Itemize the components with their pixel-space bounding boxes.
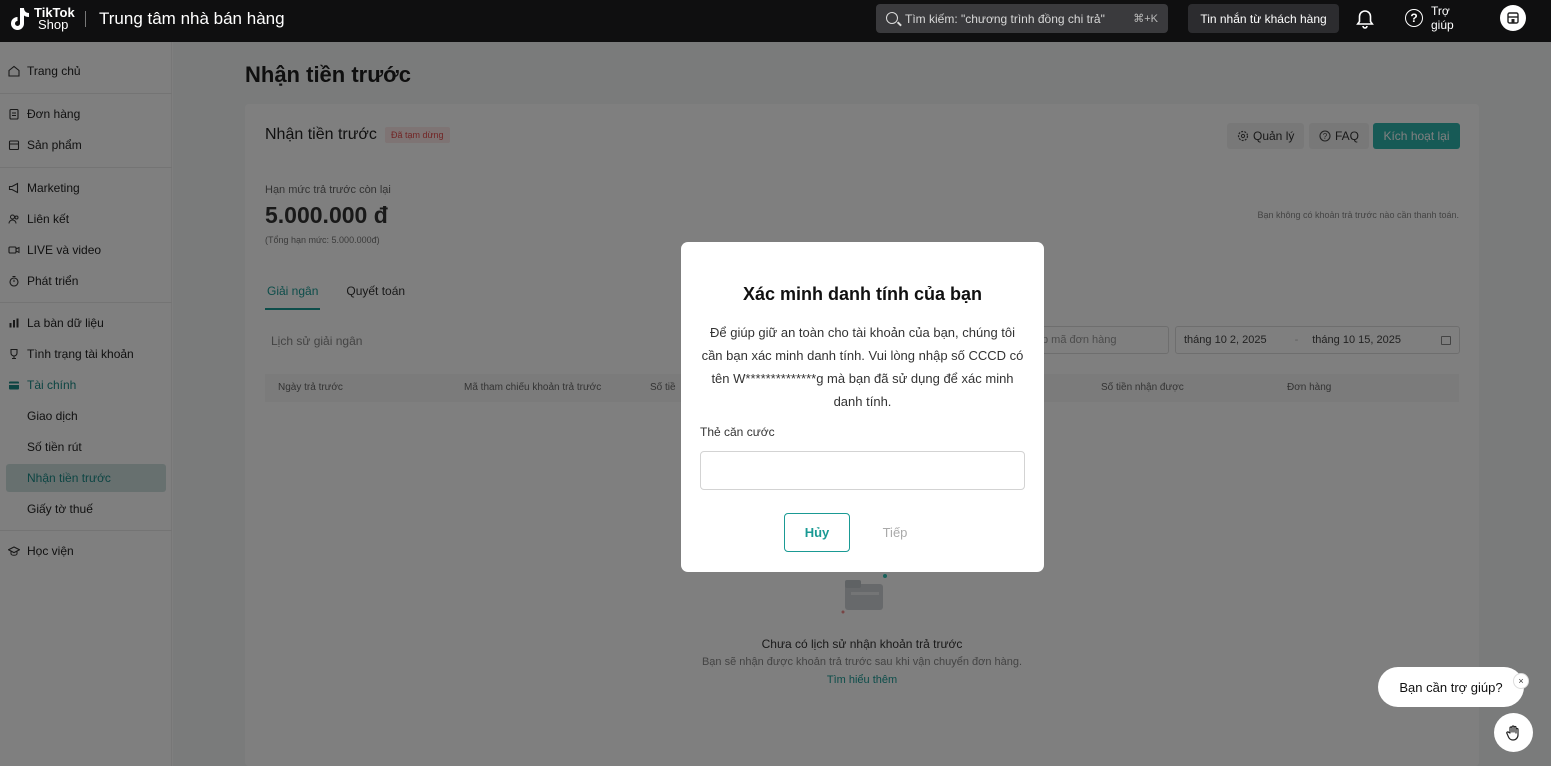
- question-icon: ?: [1405, 9, 1423, 27]
- app-title: Trung tâm nhà bán hàng: [99, 9, 285, 28]
- logo-divider: [85, 11, 86, 27]
- verify-identity-modal: Xác minh danh tính của bạn Để giúp giữ a…: [681, 242, 1044, 572]
- top-bar: TikTok Shop Trung tâm nhà bán hàng Tìm k…: [0, 0, 1551, 42]
- tiktok-shop-logo[interactable]: TikTok Shop: [8, 6, 75, 32]
- shop-avatar[interactable]: [1500, 5, 1526, 31]
- tiktok-note-icon: [11, 8, 29, 30]
- global-search[interactable]: Tìm kiếm: "chương trình đồng chi trả" ⌘+…: [876, 4, 1168, 33]
- help-menu[interactable]: ? Trợ giúp: [1405, 4, 1461, 32]
- next-button[interactable]: Tiếp: [865, 513, 925, 552]
- hand-wave-icon: [1505, 724, 1519, 741]
- id-card-label: Thẻ căn cước: [700, 425, 775, 439]
- bell-icon[interactable]: [1356, 9, 1374, 29]
- customer-messages-button[interactable]: Tin nhắn từ khách hàng: [1188, 4, 1339, 33]
- cancel-button[interactable]: Hủy: [784, 513, 850, 552]
- help-bubble[interactable]: Bạn cần trợ giúp?: [1378, 667, 1524, 707]
- help-chat-button[interactable]: [1494, 713, 1533, 752]
- search-placeholder: Tìm kiếm: "chương trình đồng chi trả": [905, 11, 1105, 26]
- modal-title: Xác minh danh tính của bạn: [742, 284, 983, 304]
- close-icon[interactable]: ×: [1513, 673, 1529, 689]
- logo-text: TikTok Shop: [34, 5, 75, 32]
- store-icon: [1507, 12, 1519, 24]
- help-label: Trợ giúp: [1431, 4, 1454, 32]
- modal-description: Để giúp giữ an toàn cho tài khoản của bạ…: [701, 325, 1024, 409]
- id-card-input[interactable]: [700, 451, 1025, 490]
- search-icon: [886, 11, 898, 24]
- search-shortcut: ⌘+K: [1133, 13, 1158, 25]
